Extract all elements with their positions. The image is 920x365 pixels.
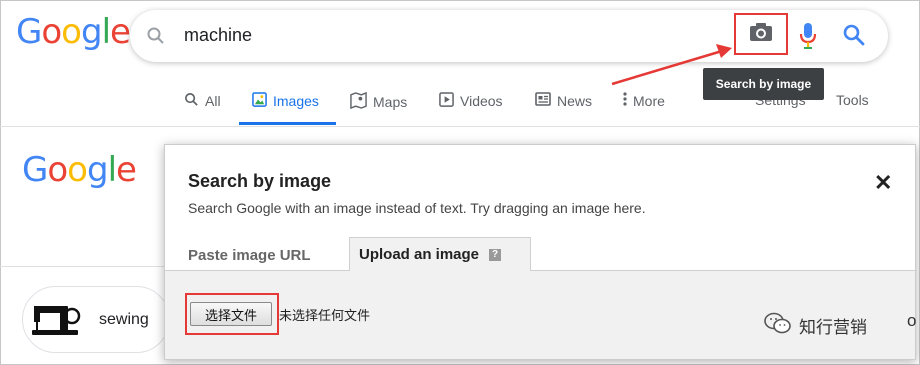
close-icon[interactable]: ✕ xyxy=(874,170,892,196)
dialog-tabs: Paste image URL Upload an image ? xyxy=(165,237,917,272)
search-icon xyxy=(184,92,199,110)
search-query[interactable]: machine xyxy=(184,25,252,46)
watermark-text: 知行营销 xyxy=(799,318,867,338)
dialog-subtitle: Search Google with an image instead of t… xyxy=(188,200,646,216)
newspaper-icon xyxy=(535,92,551,109)
search-submit-icon[interactable] xyxy=(842,23,866,52)
search-by-image-button[interactable] xyxy=(734,13,788,55)
wechat-icon xyxy=(763,311,793,340)
logo-letter: l xyxy=(107,150,118,190)
image-icon xyxy=(252,92,267,110)
tab-label: All xyxy=(205,93,221,109)
logo-letter: o xyxy=(41,12,62,52)
edge-fragment: o xyxy=(907,311,917,330)
logo-letter: o xyxy=(61,12,82,52)
dialog-title: Search by image xyxy=(188,171,332,191)
active-tab-indicator xyxy=(239,122,336,125)
tab-label: Videos xyxy=(460,93,503,109)
microphone-icon[interactable] xyxy=(798,22,818,55)
choose-file-button[interactable]: 选择文件 xyxy=(190,302,272,326)
chip-label: sewing xyxy=(99,310,149,328)
search-icon xyxy=(146,26,166,51)
tools-link[interactable]: Tools xyxy=(836,92,869,108)
tab-maps[interactable]: Maps xyxy=(350,91,408,112)
google-logo-secondary[interactable]: Google xyxy=(22,150,137,190)
tab-label: Images xyxy=(273,93,319,109)
tab-news[interactable]: News xyxy=(535,92,592,109)
logo-letter: e xyxy=(110,12,131,52)
tab-label: Maps xyxy=(373,94,408,110)
sewing-machine-thumbnail xyxy=(25,287,89,352)
logo-letter: g xyxy=(86,150,109,190)
tab-label: Upload an image xyxy=(359,246,480,263)
tab-videos[interactable]: Videos xyxy=(439,92,503,110)
search-box[interactable]: machine xyxy=(130,10,888,62)
tab-more[interactable]: More xyxy=(623,92,665,109)
google-logo[interactable]: Google xyxy=(16,12,131,52)
logo-letter: e xyxy=(116,150,137,190)
more-vertical-icon xyxy=(623,92,627,109)
logo-letter: G xyxy=(16,12,42,52)
related-search-chip[interactable]: sewing xyxy=(22,286,170,353)
tab-label: News xyxy=(557,92,593,109)
map-pin-icon xyxy=(350,91,367,112)
section-divider xyxy=(0,266,164,267)
search-by-image-tooltip: Search by image xyxy=(703,68,824,100)
file-status-text: 未选择任何文件 xyxy=(279,309,371,324)
help-icon[interactable]: ? xyxy=(489,248,502,261)
tab-label: More xyxy=(633,92,665,109)
logo-letter: o xyxy=(67,150,88,190)
logo-letter: o xyxy=(47,150,68,190)
tab-upload-image[interactable]: Upload an image ? xyxy=(349,237,531,272)
tab-paste-image-url[interactable]: Paste image URL xyxy=(188,247,311,264)
wechat-watermark: 知行营销 xyxy=(763,311,867,340)
logo-letter: G xyxy=(22,150,48,190)
header-divider xyxy=(0,126,920,127)
tab-images[interactable]: Images xyxy=(252,92,319,110)
logo-letter: l xyxy=(101,12,112,52)
tab-all[interactable]: All xyxy=(184,92,221,110)
camera-icon xyxy=(749,22,773,47)
play-icon xyxy=(439,92,454,110)
logo-letter: g xyxy=(80,12,103,52)
